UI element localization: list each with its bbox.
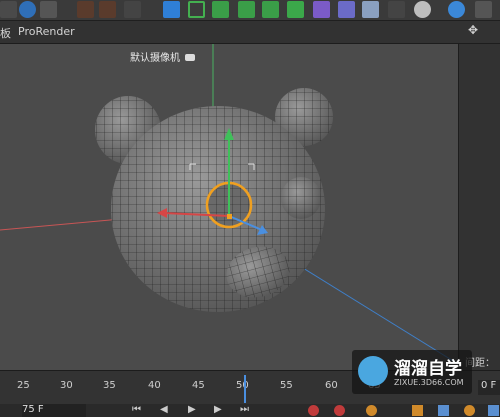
timeline-tick: 30 xyxy=(60,380,73,391)
zoom-icon[interactable] xyxy=(19,1,36,18)
step-back-icon[interactable]: ◀ xyxy=(160,404,168,415)
record-icon[interactable] xyxy=(308,405,319,416)
watermark-title: 溜溜自学 xyxy=(394,359,462,379)
viewport-menubar: 板 ProRender ✥ xyxy=(0,21,500,44)
render-view-icon[interactable] xyxy=(77,1,94,18)
key-rotation-icon[interactable] xyxy=(438,405,449,416)
timeline-tick: 40 xyxy=(148,380,161,391)
undo-icon[interactable] xyxy=(0,1,17,18)
watermark-url: ZIXUE.3D66.COM xyxy=(394,378,464,387)
cube-primitive-icon[interactable] xyxy=(163,1,180,18)
goto-start-icon[interactable]: ⏮ xyxy=(132,404,141,415)
top-toolbar xyxy=(0,0,500,21)
key-scale-icon[interactable] xyxy=(464,405,475,416)
timeline-tick: 55 xyxy=(280,380,293,391)
render-settings-icon[interactable] xyxy=(124,1,141,18)
light-bulb-icon[interactable] xyxy=(414,1,431,18)
step-forward-icon[interactable]: ▶ xyxy=(214,404,222,415)
subdivision-icon[interactable] xyxy=(212,1,229,18)
move-view-icon[interactable]: ✥ xyxy=(468,23,478,37)
end-frame-field[interactable]: 0 F xyxy=(478,380,500,395)
goto-end-icon[interactable]: ⏭ xyxy=(240,404,249,415)
watermark: 溜溜自学 ZIXUE.3D66.COM xyxy=(352,350,472,394)
camera-icon xyxy=(185,54,196,61)
pen-spline-icon[interactable] xyxy=(188,1,205,18)
3d-viewport[interactable]: 默认摄像机 xyxy=(0,44,458,370)
play-icon[interactable]: ▶ xyxy=(188,404,196,415)
playhead[interactable] xyxy=(244,375,246,403)
extra-tool-icon[interactable] xyxy=(475,1,492,18)
auto-key-icon[interactable] xyxy=(334,405,345,416)
timeline-tick: 60 xyxy=(325,380,338,391)
transport-bar: 75 F ⏮ ◀ ▶ ▶ ⏭ xyxy=(0,404,500,417)
mograph-cloner-icon[interactable] xyxy=(262,1,279,18)
key-param-icon[interactable] xyxy=(488,405,499,416)
play-logo-icon xyxy=(358,356,388,386)
camera-label[interactable]: 默认摄像机 xyxy=(130,49,196,64)
bend-icon[interactable] xyxy=(313,1,330,18)
keyframe-icon[interactable] xyxy=(366,405,377,416)
attribute-panel: 间距： xyxy=(458,44,500,370)
undo-history-icon[interactable] xyxy=(40,1,57,18)
deformer-icon[interactable] xyxy=(287,1,304,18)
scene-canvas xyxy=(0,44,458,365)
timeline-tick: 35 xyxy=(103,380,116,391)
menu-item-panel[interactable]: 板 xyxy=(0,25,11,41)
timeline-tick: 25 xyxy=(17,380,30,391)
timeline-tick: 50 xyxy=(236,380,249,391)
right-eye-sphere xyxy=(281,177,321,219)
key-position-icon[interactable] xyxy=(412,405,423,416)
array-icon[interactable] xyxy=(238,1,255,18)
menu-item-prorender[interactable]: ProRender xyxy=(18,25,75,38)
timeline-tick: 45 xyxy=(192,380,205,391)
floor-icon[interactable] xyxy=(362,1,379,18)
camera-toolbar-icon[interactable] xyxy=(388,1,405,18)
render-picture-icon[interactable] xyxy=(99,1,116,18)
qr-icon[interactable] xyxy=(448,1,465,18)
gizmo-center-handle xyxy=(227,214,232,219)
current-frame-field[interactable]: 75 F xyxy=(22,404,86,417)
field-icon[interactable] xyxy=(338,1,355,18)
